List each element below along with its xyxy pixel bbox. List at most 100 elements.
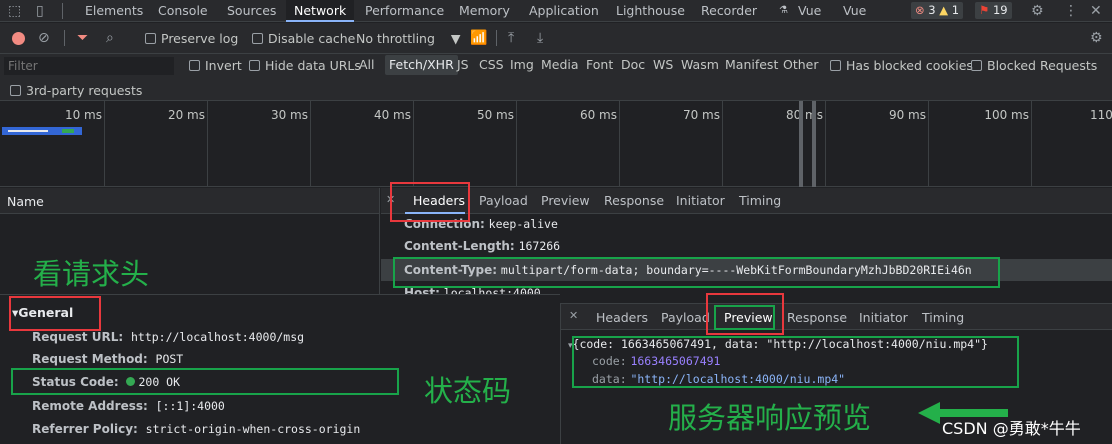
checkbox-box: [252, 33, 263, 44]
highlight-general: [9, 296, 101, 331]
issues-badge[interactable]: ⚑ 19: [975, 2, 1012, 19]
third-party-requests-checkbox[interactable]: 3rd-party requests: [10, 83, 142, 98]
general-row-referrer-policy: Referrer Policy: strict-origin-when-cros…: [32, 422, 361, 436]
divider: [496, 30, 497, 46]
timeline-label: 40 ms: [373, 108, 411, 122]
recorder-beaker-icon: ⚗: [779, 5, 788, 16]
preview-tab-initiator[interactable]: Initiator: [859, 310, 908, 325]
checkbox-box: [189, 60, 200, 71]
name-column-header[interactable]: Name: [7, 194, 44, 209]
timeline-request-bar: [2, 127, 82, 135]
import-har-icon[interactable]: ⤒: [508, 30, 514, 46]
invert-checkbox[interactable]: Invert: [189, 58, 242, 73]
watermark: CSDN @勇敢*牛牛: [942, 419, 1081, 438]
filter-type-media[interactable]: Media: [541, 55, 579, 75]
details-tab-preview[interactable]: Preview: [541, 193, 590, 208]
preview-tab-payload[interactable]: Payload: [661, 310, 710, 325]
tab-memory[interactable]: Memory: [459, 0, 510, 22]
dropdown-arrow-icon: ▼: [450, 31, 461, 46]
disable-cache-checkbox[interactable]: Disable cache: [252, 31, 355, 46]
filter-type-img[interactable]: Img: [510, 55, 534, 75]
checkbox-box: [145, 33, 156, 44]
preview-tab-bar: ✕ Headers Payload Preview Response Initi…: [561, 304, 1112, 330]
filter-icon[interactable]: ⏷: [77, 30, 88, 46]
filter-input[interactable]: [4, 57, 174, 75]
devtools-tab-bar: ⬚ ▯ Elements Console Sources Network Per…: [0, 0, 1112, 22]
highlight-preview-tab-inner: [714, 305, 775, 330]
throttling-select[interactable]: No throttling ▼: [356, 31, 461, 46]
general-row-request-url: Request URL: http://localhost:4000/msg: [32, 330, 305, 344]
filter-type-ws[interactable]: WS: [653, 55, 673, 75]
highlight-status-code: [11, 368, 399, 395]
filter-type-font[interactable]: Font: [586, 55, 613, 75]
details-tab-initiator[interactable]: Initiator: [676, 193, 725, 208]
timeline-overview[interactable]: 10 ms 20 ms 30 ms 40 ms 50 ms 60 ms 70 m…: [0, 101, 1112, 187]
preview-tab-response[interactable]: Response: [787, 310, 847, 325]
network-conditions-icon[interactable]: 📶: [470, 30, 487, 46]
checkbox-box: [10, 85, 21, 96]
general-row-remote-address: Remote Address: [::1]:4000: [32, 399, 225, 413]
timeline-window-left-handle[interactable]: [799, 101, 803, 187]
checkbox-box: [249, 60, 260, 71]
tab-application[interactable]: Application: [529, 0, 599, 22]
header-row-content-length: Content-Length: 167266: [404, 239, 561, 253]
more-options-icon[interactable]: ⋮: [1064, 3, 1078, 19]
filter-type-wasm[interactable]: Wasm: [681, 55, 719, 75]
tab-elements[interactable]: Elements: [85, 0, 143, 22]
tab-performance[interactable]: Performance: [365, 0, 444, 22]
details-tab-payload[interactable]: Payload: [479, 193, 528, 208]
filter-type-css[interactable]: CSS: [479, 55, 504, 75]
clear-icon[interactable]: ⊘: [38, 30, 50, 46]
divider: [64, 30, 65, 46]
error-badge[interactable]: ⊗ 3 ▲ 1: [911, 2, 964, 19]
timeline-label: 30 ms: [270, 108, 308, 122]
filter-type-doc[interactable]: Doc: [621, 55, 645, 75]
filter-type-js[interactable]: JS: [457, 55, 469, 75]
preview-tab-timing[interactable]: Timing: [922, 310, 964, 325]
tab-vue-2[interactable]: Vue: [843, 0, 866, 22]
timeline-label: 90 ms: [888, 108, 926, 122]
timeline-label: 110: [1090, 108, 1112, 122]
general-row-request-method: Request Method: POST: [32, 352, 184, 366]
close-preview-icon[interactable]: ✕: [569, 309, 578, 322]
export-har-icon[interactable]: ⤓: [537, 30, 543, 46]
highlight-headers-tab: [390, 182, 470, 222]
filter-type-fetch-xhr[interactable]: Fetch/XHR: [385, 55, 458, 75]
timeline-label: 70 ms: [682, 108, 720, 122]
network-settings-gear-icon[interactable]: ⚙: [1090, 30, 1103, 46]
details-tab-timing[interactable]: Timing: [739, 193, 781, 208]
tab-vue-1[interactable]: Vue: [798, 0, 821, 22]
filter-type-other[interactable]: Other: [783, 55, 819, 75]
device-toolbar-icon[interactable]: ▯: [36, 3, 44, 19]
highlight-json-preview: [572, 336, 1019, 388]
has-blocked-cookies-checkbox[interactable]: Has blocked cookies: [830, 58, 973, 73]
timeline-label: 60 ms: [579, 108, 617, 122]
annotation-request-headers: 看请求头: [33, 257, 150, 291]
preserve-log-checkbox[interactable]: Preserve log: [145, 31, 238, 46]
tab-recorder[interactable]: Recorder: [701, 0, 757, 22]
details-tab-bar: ✕ Headers Payload Preview Response Initi…: [381, 188, 1112, 214]
close-devtools-icon[interactable]: ✕: [1090, 3, 1102, 19]
hide-data-urls-checkbox[interactable]: Hide data URLs: [249, 58, 361, 73]
blocked-requests-checkbox[interactable]: Blocked Requests: [971, 58, 1097, 73]
preview-tab-headers[interactable]: Headers: [596, 310, 648, 325]
search-icon[interactable]: ⌕: [106, 30, 114, 46]
issues-flag-icon: ⚑: [979, 3, 990, 17]
timeline-window-right-handle[interactable]: [812, 101, 816, 187]
request-list-header: Name: [0, 188, 380, 214]
record-icon[interactable]: [12, 32, 25, 45]
tab-lighthouse[interactable]: Lighthouse: [616, 0, 685, 22]
inspect-element-icon[interactable]: ⬚: [8, 3, 21, 19]
timeline-request-bar-waiting: [8, 130, 48, 132]
tab-console[interactable]: Console: [158, 0, 208, 22]
annotation-status-code: 状态码: [424, 374, 512, 408]
filter-type-manifest[interactable]: Manifest: [725, 55, 778, 75]
divider: [62, 3, 63, 19]
warning-icon: ▲: [939, 3, 949, 17]
tab-network[interactable]: Network: [286, 0, 355, 22]
settings-gear-icon[interactable]: ⚙: [1031, 3, 1044, 19]
tab-sources[interactable]: Sources: [227, 0, 276, 22]
filter-type-all[interactable]: All: [359, 55, 375, 75]
timeline-label: 50 ms: [476, 108, 514, 122]
details-tab-response[interactable]: Response: [604, 193, 664, 208]
